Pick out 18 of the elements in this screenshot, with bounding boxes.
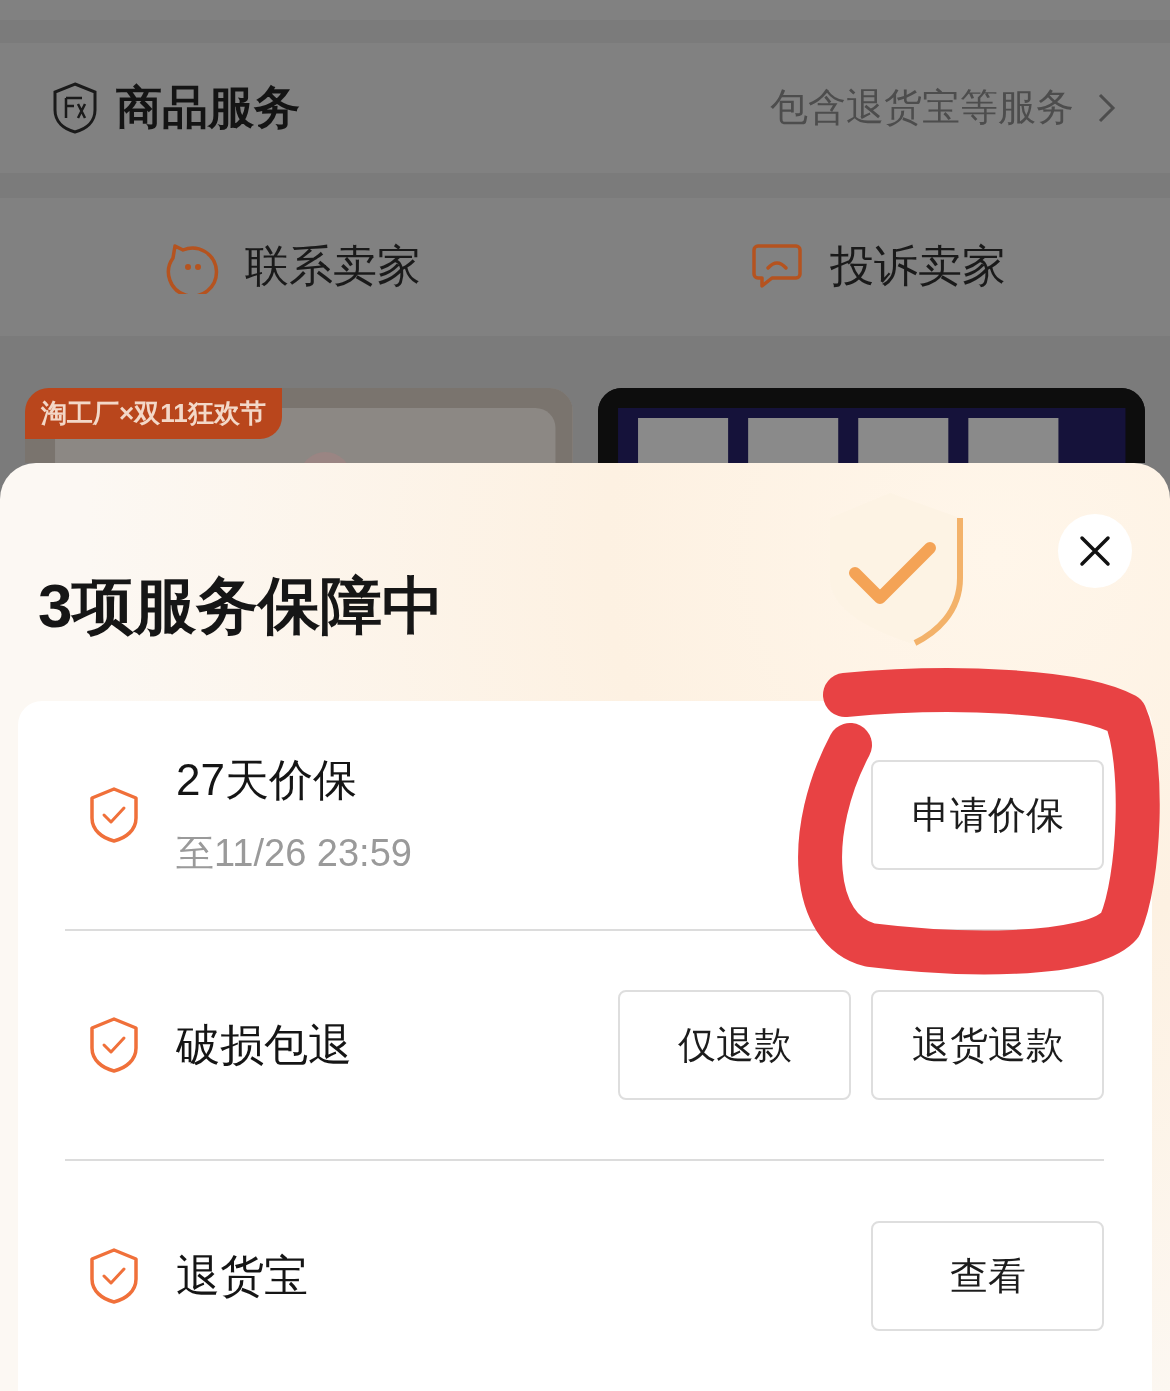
service-name: 退货宝 bbox=[176, 1249, 309, 1302]
close-icon bbox=[1079, 535, 1111, 567]
shield-check-icon bbox=[88, 1016, 140, 1074]
service-action-button[interactable]: 查看 bbox=[871, 1221, 1104, 1331]
complain-seller-button[interactable]: 投诉卖家 bbox=[585, 197, 1170, 336]
shield-icon bbox=[52, 81, 98, 134]
contact-seller-button[interactable]: 联系卖家 bbox=[0, 197, 585, 336]
shield-check-icon bbox=[88, 1247, 140, 1305]
service-name: 破损包退 bbox=[176, 1018, 353, 1071]
section-title: 商品服务 bbox=[116, 79, 301, 135]
service-action-button[interactable]: 申请价保 bbox=[871, 760, 1104, 870]
valid-until-text: 至11/26 23:59 bbox=[176, 831, 413, 876]
promo-tag: 淘工厂×双11狂欢节 bbox=[25, 388, 282, 439]
service-action-button[interactable]: 仅退款 bbox=[618, 990, 851, 1100]
service-action-button[interactable]: 退货退款 bbox=[871, 990, 1104, 1100]
sheet-title: 3项服务保障中 bbox=[38, 570, 445, 642]
service-name: 27天价保 bbox=[176, 754, 358, 806]
shield-check-icon bbox=[88, 786, 140, 844]
